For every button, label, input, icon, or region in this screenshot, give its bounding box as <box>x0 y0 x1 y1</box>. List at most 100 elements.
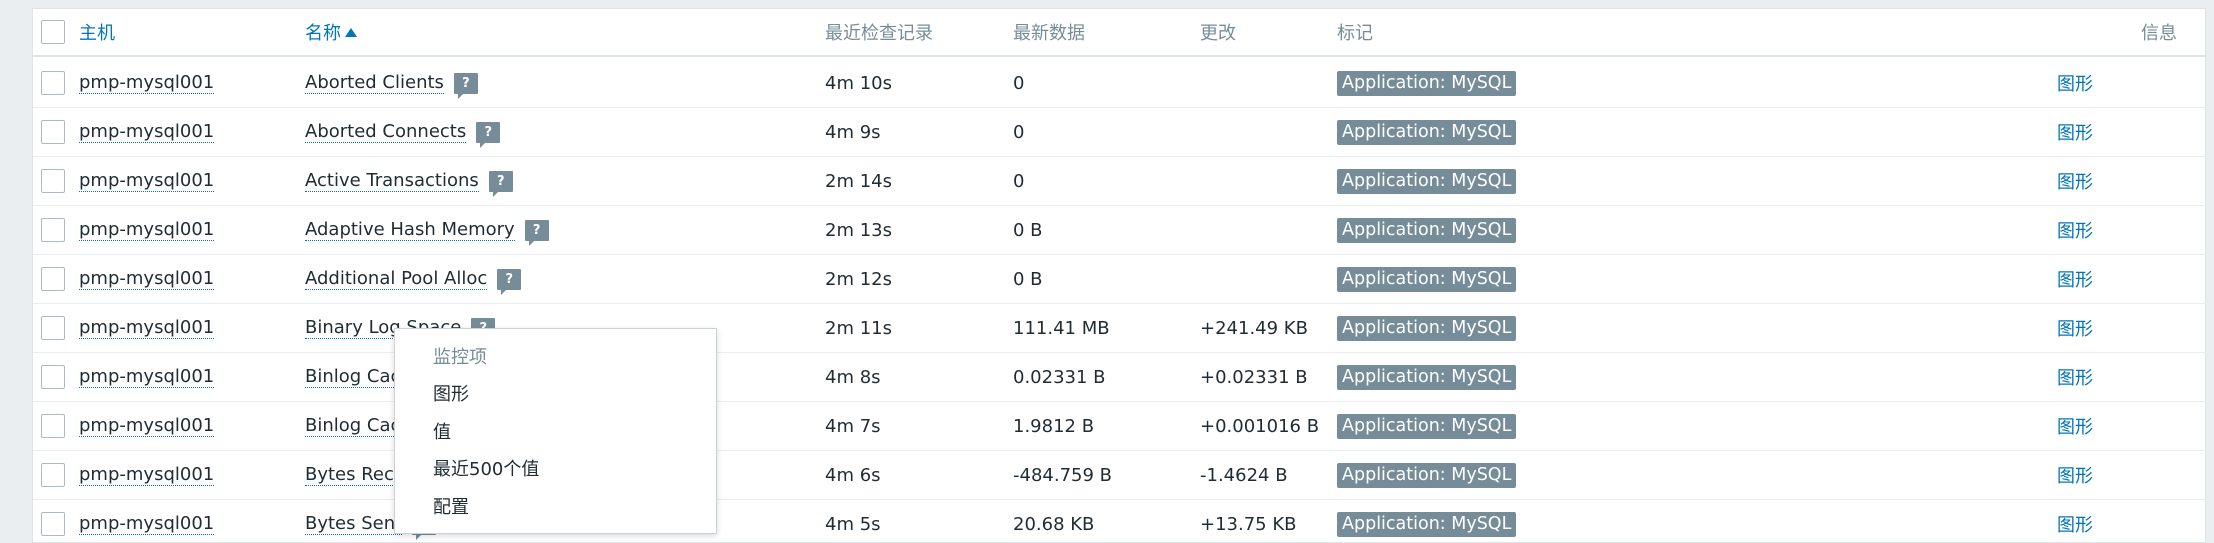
last-check-cell: 4m 6s <box>825 464 881 486</box>
row-checkbox-cell <box>41 206 65 254</box>
item-name-link[interactable]: Binlog Cac <box>305 415 401 437</box>
host-cell: pmp-mysql001 <box>79 206 215 254</box>
item-name-link[interactable]: Bytes Sent <box>305 513 403 535</box>
row-checkbox-cell <box>41 500 65 543</box>
host-link[interactable]: pmp-mysql001 <box>79 464 215 486</box>
last-value-cell: 0 B <box>1013 268 1043 290</box>
tag-badge[interactable]: Application: MySQL <box>1337 217 1517 243</box>
tag-badge[interactable]: Application: MySQL <box>1337 70 1517 96</box>
row-checkbox[interactable] <box>41 71 65 95</box>
tag-badge[interactable]: Application: MySQL <box>1337 119 1517 145</box>
help-icon[interactable]: ? <box>488 170 513 197</box>
tag-badge[interactable]: Application: MySQL <box>1337 168 1517 194</box>
host-link[interactable]: pmp-mysql001 <box>79 317 215 339</box>
change-cell: -1.4624 B <box>1200 464 1288 486</box>
item-name-link[interactable]: Binlog Cac <box>305 366 401 388</box>
row-checkbox[interactable] <box>41 218 65 242</box>
graph-link[interactable]: 图形 <box>2057 413 2093 439</box>
tag-badge[interactable]: Application: MySQL <box>1337 462 1517 488</box>
tag-cell: Application: MySQL <box>1337 402 1517 450</box>
context-menu-item-values[interactable]: 值 <box>433 418 451 444</box>
header-name[interactable]: 名称 <box>305 9 357 55</box>
select-all-checkbox-cell <box>41 9 65 55</box>
graph-cell: 图形 <box>2057 353 2093 401</box>
row-checkbox[interactable] <box>41 512 65 536</box>
table-row: pmp-mysql001 Aborted Connects? 4m 9s 0 Appli… <box>33 108 2207 157</box>
item-name-link[interactable]: Aborted Clients <box>305 72 444 94</box>
tag-cell: Application: MySQL <box>1337 451 1517 499</box>
change-cell: +241.49 KB <box>1200 317 1308 339</box>
graph-link[interactable]: 图形 <box>2057 462 2093 488</box>
table-row: pmp-mysql001Binary Log Space?2m 11s111.4… <box>33 304 2207 353</box>
row-checkbox[interactable] <box>41 169 65 193</box>
context-menu-item-graph[interactable]: 图形 <box>433 380 469 406</box>
host-cell: pmp-mysql001 <box>79 157 215 205</box>
row-checkbox[interactable] <box>41 316 65 340</box>
host-cell: pmp-mysql001 <box>79 304 215 352</box>
row-checkbox[interactable] <box>41 120 65 144</box>
tag-badge[interactable]: Application: MySQL <box>1337 364 1517 390</box>
host-link[interactable]: pmp-mysql001 <box>79 366 215 388</box>
select-all-checkbox[interactable] <box>41 20 65 44</box>
row-checkbox[interactable] <box>41 267 65 291</box>
row-checkbox[interactable] <box>41 365 65 389</box>
tag-cell: Application: MySQL <box>1337 59 1517 107</box>
graph-link[interactable]: 图形 <box>2057 266 2093 292</box>
item-name-link[interactable]: Adaptive Hash Memory <box>305 219 515 241</box>
name-cell: Active Transactions? <box>305 157 513 205</box>
header-info: 信息 <box>2141 23 2177 44</box>
host-link[interactable]: pmp-mysql001 <box>79 219 215 241</box>
header-host[interactable]: 主机 <box>79 9 115 55</box>
table-row: pmp-mysql001Binlog Cac?4m 8s0.02331 B+0.… <box>33 353 2207 402</box>
context-menu-heading: 监控项 <box>433 347 487 368</box>
header-last-value: 最新数据 <box>1013 23 1085 44</box>
graph-link[interactable]: 图形 <box>2057 70 2093 96</box>
item-name-link[interactable]: Aborted Connects <box>305 121 467 143</box>
graph-link[interactable]: 图形 <box>2057 119 2093 145</box>
help-icon[interactable]: ? <box>497 268 522 295</box>
item-name-link[interactable]: Active Transactions <box>305 170 479 192</box>
help-icon[interactable]: ? <box>524 219 549 246</box>
help-icon[interactable]: ? <box>476 121 501 148</box>
host-link[interactable]: pmp-mysql001 <box>79 415 215 437</box>
item-name-link[interactable]: Additional Pool Alloc <box>305 268 488 290</box>
last-check-cell: 4m 7s <box>825 415 881 437</box>
host-cell: pmp-mysql001 <box>79 353 215 401</box>
row-checkbox-cell <box>41 304 65 352</box>
tag-badge[interactable]: Application: MySQL <box>1337 266 1517 292</box>
context-menu-item-configure[interactable]: 配置 <box>433 493 469 519</box>
table-row: pmp-mysql001 Aborted Clients? 4m 10s 0 Appli… <box>33 59 2207 108</box>
host-link[interactable]: pmp-mysql001 <box>79 170 215 192</box>
tag-badge[interactable]: Application: MySQL <box>1337 511 1517 537</box>
last-value-cell: 0 <box>1013 72 1025 94</box>
row-checkbox[interactable] <box>41 463 65 487</box>
graph-link[interactable]: 图形 <box>2057 364 2093 390</box>
item-name-link[interactable]: Bytes Rece <box>305 464 405 486</box>
host-cell: pmp-mysql001 <box>79 500 215 543</box>
last-check-cell: 2m 12s <box>825 268 892 290</box>
tag-cell: Application: MySQL <box>1337 206 1517 254</box>
context-menu-item-last-500[interactable]: 最近500个值 <box>433 455 539 481</box>
graph-link[interactable]: 图形 <box>2057 511 2093 537</box>
tag-cell: Application: MySQL <box>1337 157 1517 205</box>
table-row: pmp-mysql001 Additional Pool Alloc? 2m 12s… <box>33 255 2207 304</box>
graph-cell: 图形 <box>2057 402 2093 450</box>
host-cell: pmp-mysql001 <box>79 451 215 499</box>
graph-cell: 图形 <box>2057 108 2093 156</box>
table-row: pmp-mysql001Binlog Cac?4m 7s1.9812 B+0.0… <box>33 402 2207 451</box>
tag-badge[interactable]: Application: MySQL <box>1337 315 1517 341</box>
row-checkbox[interactable] <box>41 414 65 438</box>
host-link[interactable]: pmp-mysql001 <box>79 268 215 290</box>
help-icon[interactable]: ? <box>453 72 478 99</box>
tag-badge[interactable]: Application: MySQL <box>1337 413 1517 439</box>
graph-cell: 图形 <box>2057 157 2093 205</box>
last-check-cell: 4m 10s <box>825 72 892 94</box>
graph-link[interactable]: 图形 <box>2057 168 2093 194</box>
host-link[interactable]: pmp-mysql001 <box>79 513 215 535</box>
graph-link[interactable]: 图形 <box>2057 217 2093 243</box>
host-link[interactable]: pmp-mysql001 <box>79 72 215 94</box>
table-header: 主机 名称 最近检查记录 最新数据 更改 标记 信息 <box>33 9 2207 57</box>
graph-link[interactable]: 图形 <box>2057 315 2093 341</box>
last-check-cell: 4m 8s <box>825 366 881 388</box>
host-link[interactable]: pmp-mysql001 <box>79 121 215 143</box>
